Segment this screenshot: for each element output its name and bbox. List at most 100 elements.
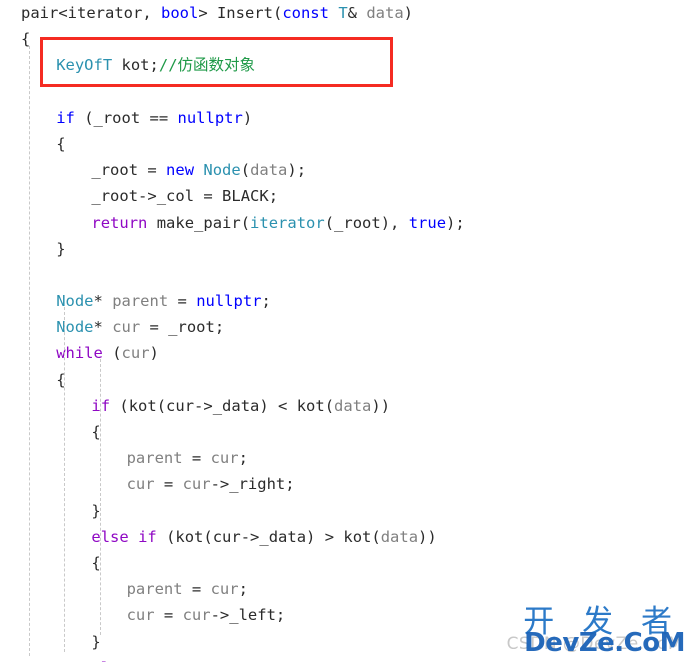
code-token: if xyxy=(138,527,157,546)
code-line[interactable]: return make_pair(iterator(_root), true); xyxy=(0,210,687,236)
code-token: ) xyxy=(149,344,159,363)
editor-screenshot: pair<iterator, bool> Insert(const T& dat… xyxy=(0,0,687,662)
code-token: cur xyxy=(126,475,155,494)
code-token: ; xyxy=(238,580,248,599)
code-token: { xyxy=(91,553,101,572)
code-token: cur xyxy=(210,449,239,468)
code-token: cur xyxy=(112,318,141,337)
code-token: (kot(cur->_data) < kot( xyxy=(110,396,335,415)
code-line[interactable] xyxy=(0,79,687,105)
code-token: (_root == xyxy=(74,108,178,127)
code-token: )) xyxy=(418,527,437,546)
code-token: pair<iterator, xyxy=(21,4,161,22)
code-token: else xyxy=(91,527,129,546)
watermark-site-name: DevZe.CoM xyxy=(524,628,685,658)
code-token: } xyxy=(91,501,101,520)
code-token: new xyxy=(166,161,195,180)
code-token: Node xyxy=(56,318,94,337)
code-token: = _root; xyxy=(140,318,225,337)
code-token: //仿函数对象 xyxy=(158,56,256,75)
code-token: ; xyxy=(238,449,248,468)
code-token: bool xyxy=(160,4,199,22)
code-line[interactable]: { xyxy=(0,367,687,393)
code-line[interactable] xyxy=(0,262,687,288)
code-token: data xyxy=(366,4,404,22)
code-line[interactable]: parent = cur; xyxy=(0,445,687,471)
code-token: cur xyxy=(210,580,239,599)
code-lines-container[interactable]: pair<iterator, bool> Insert(const T& dat… xyxy=(0,0,687,662)
code-token: KeyOfT xyxy=(56,56,113,75)
code-token: _root = xyxy=(91,161,167,180)
code-token: { xyxy=(21,30,31,49)
code-line[interactable]: { xyxy=(0,419,687,445)
code-token: ) xyxy=(242,108,253,127)
code-token: Node xyxy=(56,292,94,311)
code-token: make_pair( xyxy=(147,213,251,232)
code-token: nullptr xyxy=(196,292,262,311)
code-line[interactable]: { xyxy=(0,26,687,52)
code-token: { xyxy=(91,423,101,441)
code-line[interactable]: else if (kot(cur->_data) > kot(data)) xyxy=(0,524,687,550)
code-line[interactable]: { xyxy=(0,550,687,576)
code-token: = xyxy=(182,449,211,468)
code-token: parent xyxy=(126,449,183,468)
code-token: true xyxy=(408,213,447,232)
code-token: T xyxy=(338,4,348,22)
code-token: )) xyxy=(371,396,391,415)
code-token: ); xyxy=(446,213,465,232)
code-token: } xyxy=(56,239,66,258)
code-line[interactable]: while (cur) xyxy=(0,340,687,366)
code-line[interactable]: Node* cur = _root; xyxy=(0,314,687,340)
code-token: cur xyxy=(182,475,211,494)
code-token: ); xyxy=(287,161,307,180)
code-token: _root->_col = BLACK; xyxy=(91,187,279,206)
code-token: cur xyxy=(182,606,211,625)
code-token: data xyxy=(334,396,372,415)
code-token: Node xyxy=(203,161,241,180)
code-token: cur xyxy=(126,606,155,625)
code-line[interactable]: { xyxy=(0,131,687,157)
code-line[interactable]: } xyxy=(0,498,687,524)
code-line[interactable]: KeyOfT kot;//仿函数对象 xyxy=(0,52,687,78)
code-token: * xyxy=(93,318,113,337)
code-token: iterator xyxy=(250,213,325,232)
code-token: ) xyxy=(403,4,414,22)
code-editor-pane[interactable]: pair<iterator, bool> Insert(const T& dat… xyxy=(0,0,687,662)
code-token: (kot(cur->_data) > kot( xyxy=(156,527,381,546)
code-token: { xyxy=(56,134,66,153)
code-token: kot; xyxy=(112,56,159,75)
code-token: data xyxy=(380,527,419,546)
code-token: ( xyxy=(240,161,251,180)
code-token: = xyxy=(182,580,211,599)
code-line[interactable]: _root = new Node(data); xyxy=(0,157,687,183)
code-token: while xyxy=(56,344,103,363)
code-token: ->_right; xyxy=(210,475,295,494)
code-line[interactable]: } xyxy=(0,236,687,262)
code-token: & xyxy=(347,4,367,22)
code-token: > Insert( xyxy=(198,4,283,22)
code-line[interactable]: Node* parent = nullptr; xyxy=(0,288,687,314)
code-token: = xyxy=(154,475,183,494)
code-line[interactable]: if (kot(cur->_data) < kot(data)) xyxy=(0,393,687,419)
code-token: = xyxy=(154,606,183,625)
code-token: const xyxy=(282,4,329,22)
code-token: cur xyxy=(121,344,150,363)
code-token: data xyxy=(250,161,288,180)
code-token: ( xyxy=(102,344,122,363)
code-token: return xyxy=(91,213,148,232)
code-token: parent xyxy=(112,292,169,311)
code-token: * xyxy=(93,292,113,311)
code-token: { xyxy=(56,370,66,389)
code-token: parent xyxy=(126,580,183,599)
code-line[interactable]: pair<iterator, bool> Insert(const T& dat… xyxy=(0,0,687,26)
code-line[interactable]: _root->_col = BLACK; xyxy=(0,183,687,209)
code-line[interactable]: if (_root == nullptr) xyxy=(0,105,687,131)
code-token: ; xyxy=(261,292,271,311)
code-token: ->_left; xyxy=(210,606,286,625)
code-token: = xyxy=(168,292,197,311)
code-line[interactable]: cur = cur->_right; xyxy=(0,471,687,497)
code-token: if xyxy=(56,108,75,127)
